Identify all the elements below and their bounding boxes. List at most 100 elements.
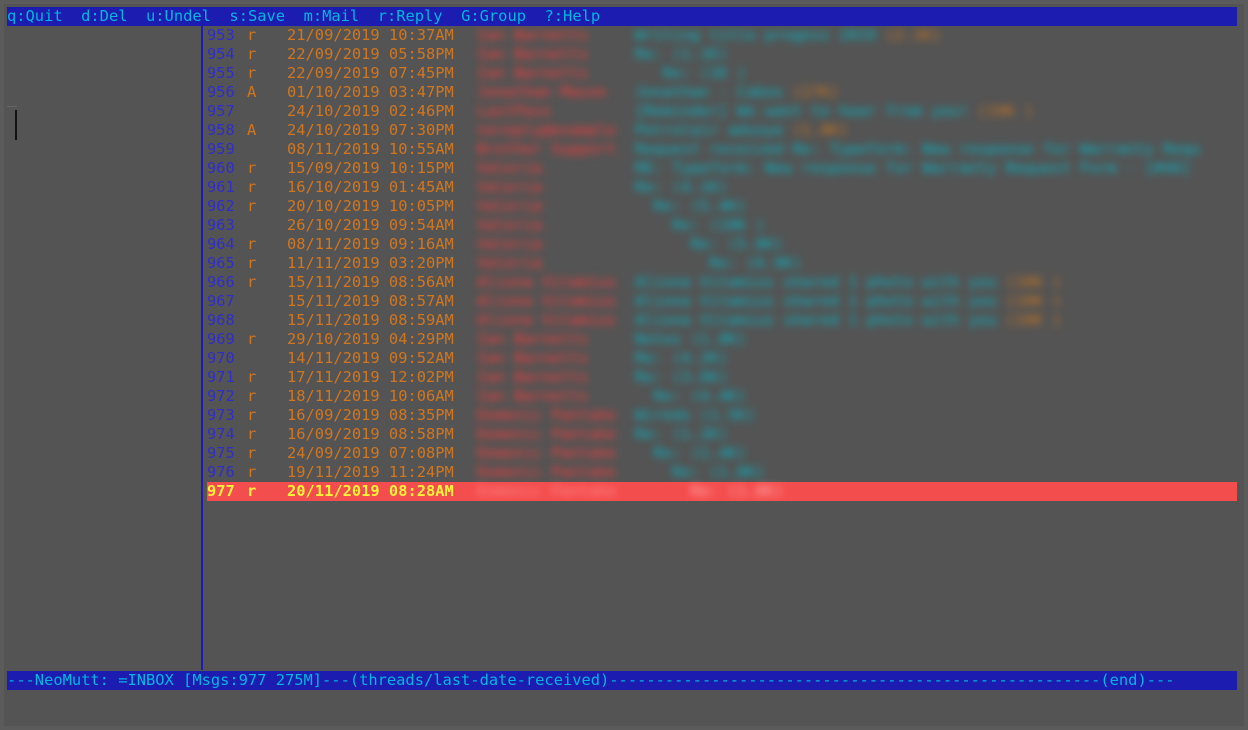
message-flag: r — [247, 406, 257, 424]
help-item[interactable]: d:Del — [81, 7, 146, 25]
message-number: 962 — [207, 197, 235, 215]
message-from: Ian Barnetts — [477, 368, 589, 386]
message-from: Domenic Pantake — [477, 425, 616, 443]
message-from: Brother Support — [477, 140, 616, 158]
message-row-selected[interactable]: 977 r 20/11/2019 08:28AM Domenic Pantake Re… — [207, 482, 1237, 501]
message-row[interactable]: 953 r 21/09/2019 10:37AM Ian Barnetts Writin… — [207, 26, 1237, 45]
message-date: 17/11/2019 12:02PM — [287, 368, 454, 386]
message-subject: Re: (6.9K) — [635, 254, 812, 272]
message-from: Valeria — [477, 159, 542, 177]
message-row[interactable]: 974 r 16/09/2019 08:58PM Domenic Pantake Re:… — [207, 425, 1237, 444]
help-item[interactable]: s:Save — [229, 7, 303, 25]
message-from: Valeria — [477, 216, 542, 234]
sidebar-divider — [201, 26, 203, 670]
message-from: Aliona Vitamius — [477, 311, 616, 329]
message-row[interactable]: 969 r 29/10/2019 04:29PM Ian Barnetts Notes … — [207, 330, 1237, 349]
message-row[interactable]: 976 r 19/11/2019 11:24PM Domenic Pantake Re… — [207, 463, 1237, 482]
message-flag: r — [247, 425, 257, 443]
message-number: 961 — [207, 178, 235, 196]
help-item[interactable]: q:Quit — [7, 7, 81, 25]
message-subject: Aliona Vitamius shared 1 photo with you … — [635, 273, 1062, 291]
message-row[interactable]: 967 15/11/2019 08:57AM Aliona Vitamius Alio… — [207, 292, 1237, 311]
message-subject: Writing title progess 2019 (2.1K) — [635, 26, 941, 44]
message-subject: Aliona Vitamius shared 1 photo with you … — [635, 311, 1062, 329]
message-row[interactable]: 957 24/10/2019 02:46PM LastPass [Reminder] … — [207, 102, 1237, 121]
message-subject: Wiredo (1.5K) — [635, 406, 765, 424]
message-flag: r — [247, 64, 257, 82]
message-date: 24/10/2019 07:30PM — [287, 121, 454, 139]
message-date: 16/10/2019 01:45AM — [287, 178, 454, 196]
message-subject: [Reminder] We want to hear from you! (19… — [635, 102, 1034, 120]
message-row[interactable]: 954 r 22/09/2019 05:58PM Ian Barnetts Re: (1… — [207, 45, 1237, 64]
message-row[interactable]: 955 r 22/09/2019 07:45PM Ian Barnetts Re: (… — [207, 64, 1237, 83]
message-date: 18/11/2019 10:06AM — [287, 387, 454, 405]
message-number: 965 — [207, 254, 235, 272]
message-from: Valeria — [477, 178, 542, 196]
message-from: Ian Barnetts — [477, 330, 589, 348]
message-from: Valeria — [477, 235, 542, 253]
help-item[interactable]: G:Group — [461, 7, 544, 25]
message-subject: Re: (4.1K) — [635, 178, 737, 196]
message-from: Ian Barnetts — [477, 26, 589, 44]
message-flag: A — [247, 121, 257, 139]
message-from: Ian Barnetts — [477, 349, 589, 367]
message-row[interactable]: 959 08/11/2019 10:55AM Brother Support Requ… — [207, 140, 1237, 159]
message-date: 15/11/2019 08:56AM — [287, 273, 454, 291]
message-row[interactable]: 970 14/11/2019 09:52AM Ian Barnetts Re: (4.… — [207, 349, 1237, 368]
help-item[interactable]: m:Mail — [304, 7, 378, 25]
help-item[interactable]: u:Undel — [146, 7, 229, 25]
message-flag: A — [247, 83, 257, 101]
message-date: 29/10/2019 04:29PM — [287, 330, 454, 348]
message-row[interactable]: 973 r 16/09/2019 08:35PM Domenic Pantake Wir… — [207, 406, 1237, 425]
message-from: Ian Barnetts — [477, 387, 589, 405]
message-subject: Re: (5.4K) — [635, 197, 756, 215]
message-number: 973 — [207, 406, 235, 424]
message-subject: Re: (1.8K) — [635, 463, 774, 481]
message-date: 19/11/2019 11:24PM — [287, 463, 454, 481]
message-flag: r — [247, 178, 257, 196]
message-date: 11/11/2019 03:20PM — [287, 254, 454, 272]
message-flag: r — [247, 235, 257, 253]
message-size: (2.1K) — [885, 26, 941, 44]
message-row[interactable]: 972 r 18/11/2019 10:06AM Ian Barnetts Re: (… — [207, 387, 1237, 406]
message-date: 15/11/2019 08:57AM — [287, 292, 454, 310]
message-flag: r — [247, 444, 257, 462]
message-subject: RE: Typeform: New response for Warranty … — [635, 159, 1201, 177]
message-row[interactable]: 964 r 08/11/2019 09:16AM Valeria Re: (5.8K) — [207, 235, 1237, 254]
message-number: 959 — [207, 140, 235, 158]
message-date: 22/09/2019 07:45PM — [287, 64, 454, 82]
message-size: (10K ) — [1005, 311, 1062, 329]
message-size: (10K ) — [1005, 292, 1062, 310]
message-row[interactable]: 963 26/10/2019 09:54AM Valeria Re: (10K ) — [207, 216, 1237, 235]
status-bar: ---NeoMutt: =INBOX [Msgs:977 275M]---(th… — [7, 671, 1237, 690]
message-row[interactable]: 960 r 15/09/2019 10:15PM Valeria RE: Typefor… — [207, 159, 1237, 178]
message-row[interactable]: 975 r 24/09/2019 07:08PM Domenic Pantake Re… — [207, 444, 1237, 463]
message-row[interactable]: 965 r 11/11/2019 03:20PM Valeria Re: (6.9K) — [207, 254, 1237, 273]
message-number: 966 — [207, 273, 235, 291]
message-flag: r — [247, 387, 257, 405]
help-item[interactable]: r:Reply — [378, 7, 461, 25]
help-item[interactable]: ?:Help — [545, 7, 601, 25]
message-number: 975 — [207, 444, 235, 462]
message-row[interactable]: 958 A 24/10/2019 07:30PM noreply@example Pet… — [207, 121, 1237, 140]
message-date: 15/09/2019 10:15PM — [287, 159, 454, 177]
message-row[interactable]: 966 r 15/11/2019 08:56AM Aliona Vitamius Ali… — [207, 273, 1237, 292]
message-flag: r — [247, 330, 257, 348]
message-date: 14/11/2019 09:52AM — [287, 349, 454, 367]
message-row[interactable]: 968 15/11/2019 08:59AM Aliona Vitamius Alio… — [207, 311, 1237, 330]
message-size: (1.8K) — [792, 121, 849, 139]
message-flag: r — [247, 26, 257, 44]
message-row[interactable]: 961 r 16/10/2019 01:45AM Valeria Re: (4.1K) — [207, 178, 1237, 197]
message-number: 958 — [207, 121, 235, 139]
message-date: 08/11/2019 09:16AM — [287, 235, 454, 253]
message-size: (19K ) — [977, 102, 1034, 120]
message-row[interactable]: 962 r 20/10/2019 10:05PM Valeria Re: (5.4K) — [207, 197, 1237, 216]
message-row[interactable]: 971 r 17/11/2019 12:02PM Ian Barnetts Re: (3… — [207, 368, 1237, 387]
message-index[interactable]: 953 r 21/09/2019 10:37AM Ian Barnetts Writin… — [207, 26, 1237, 501]
message-from: Aliona Vitamius — [477, 292, 616, 310]
message-date: 21/09/2019 10:37AM — [287, 26, 454, 44]
message-number: 970 — [207, 349, 235, 367]
message-row[interactable]: 956 A 01/10/2019 03:47PM Jonathan Mason Jona… — [207, 83, 1237, 102]
message-date: 15/11/2019 08:59AM — [287, 311, 454, 329]
message-subject: Re: (1.8K) — [635, 482, 793, 500]
